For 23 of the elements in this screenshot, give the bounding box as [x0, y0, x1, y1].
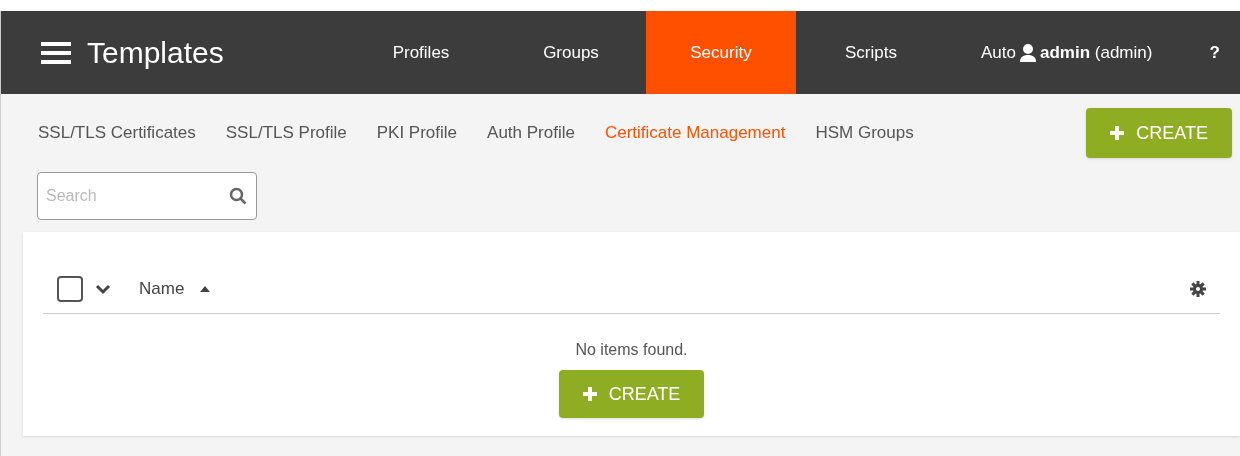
- sub-tab[interactable]: Auth Profile: [487, 120, 575, 146]
- user-name[interactable]: admin (admin): [1040, 39, 1153, 66]
- nav-tab[interactable]: Groups: [496, 11, 646, 94]
- page-title: Templates: [87, 35, 224, 71]
- column-header[interactable]: Name: [139, 275, 185, 302]
- sub-tab[interactable]: SSL/TLS Profile: [225, 120, 347, 146]
- nav-tab[interactable]: Profiles: [346, 11, 496, 94]
- search-icon: [229, 187, 247, 205]
- settings-icon[interactable]: [1190, 280, 1206, 297]
- nav-tab[interactable]: Scripts: [796, 11, 946, 94]
- sub-tab[interactable]: HSM Groups: [815, 120, 914, 146]
- nav-tab[interactable]: Auto: [946, 11, 1020, 94]
- menu-icon[interactable]: [41, 41, 71, 64]
- sub-tab[interactable]: PKI Profile: [376, 120, 458, 146]
- help-link[interactable]: ?: [1209, 39, 1220, 66]
- chevron-down-icon[interactable]: [95, 282, 111, 295]
- select-all-checkbox[interactable]: [57, 275, 83, 302]
- plus-icon: [1110, 126, 1125, 140]
- search-field[interactable]: Search: [37, 172, 257, 220]
- user-icon: [1020, 43, 1036, 62]
- empty-message: No items found.: [575, 340, 688, 360]
- sub-tab[interactable]: SSL/TLS Certificates: [38, 120, 196, 146]
- plus-icon: [582, 387, 597, 401]
